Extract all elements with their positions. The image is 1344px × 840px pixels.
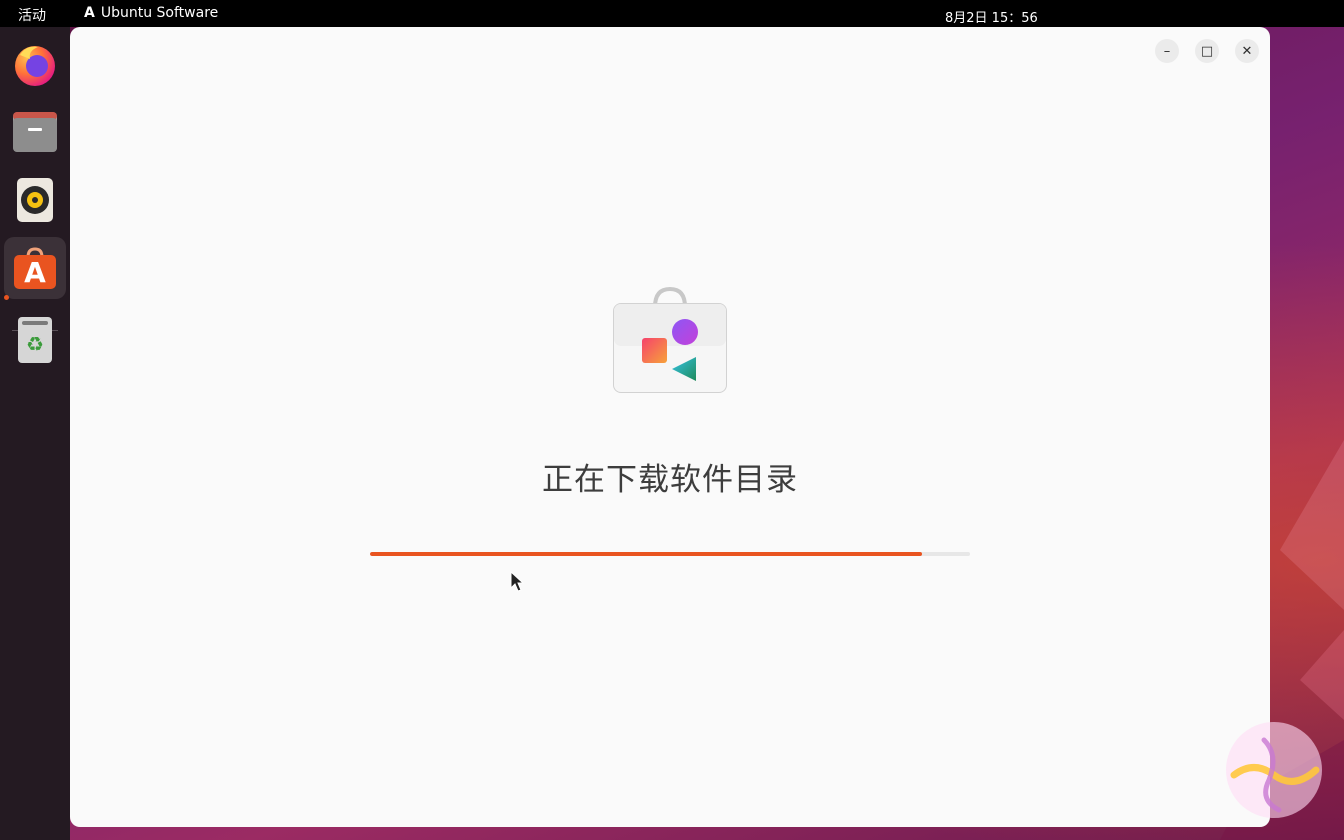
software-store-bag-icon [613, 286, 727, 393]
loading-status-text: 正在下载软件目录 [542, 462, 798, 498]
rhythmbox-icon [17, 178, 53, 222]
running-indicator [4, 295, 9, 300]
app-menu-label: Ubuntu Software [100, 5, 219, 21]
dock-item-rhythmbox[interactable] [4, 169, 66, 231]
close-button[interactable]: ✕ [1235, 39, 1259, 63]
minimize-button[interactable]: – [1155, 39, 1179, 63]
recycle-glyph: ♻ [26, 332, 44, 356]
minimize-icon: – [1163, 43, 1171, 59]
activities-button[interactable]: 活动 [18, 5, 46, 25]
mouse-cursor-icon [510, 571, 524, 592]
dock-item-firefox[interactable] [4, 33, 66, 95]
ubuntu-software-window: – □ ✕ 正在下载软件目录 [70, 27, 1270, 827]
maximize-icon: □ [1200, 43, 1214, 59]
top-bar: 活动 A Ubuntu Software 8月2日 15：56 [0, 0, 1344, 27]
dock-software-glyph: A [24, 256, 46, 289]
download-progress-fill [370, 552, 922, 556]
ubuntu-software-icon: A [14, 247, 56, 289]
app-menu[interactable]: A Ubuntu Software [84, 5, 218, 21]
dock-item-files[interactable] [4, 101, 66, 163]
download-progress-bar [370, 552, 970, 556]
watermark-logo [1226, 722, 1322, 818]
ubuntu-software-icon: A [84, 5, 95, 21]
clock[interactable]: 8月2日 15：56 [945, 7, 1038, 26]
files-icon [13, 112, 57, 152]
dock: A ♻ [0, 27, 70, 840]
close-icon: ✕ [1241, 43, 1253, 59]
maximize-button[interactable]: □ [1195, 39, 1219, 63]
firefox-icon [15, 46, 55, 86]
dock-item-ubuntu-software[interactable]: A [4, 237, 66, 299]
dock-item-trash[interactable]: ♻ [4, 309, 66, 371]
trash-icon: ♻ [18, 317, 52, 363]
